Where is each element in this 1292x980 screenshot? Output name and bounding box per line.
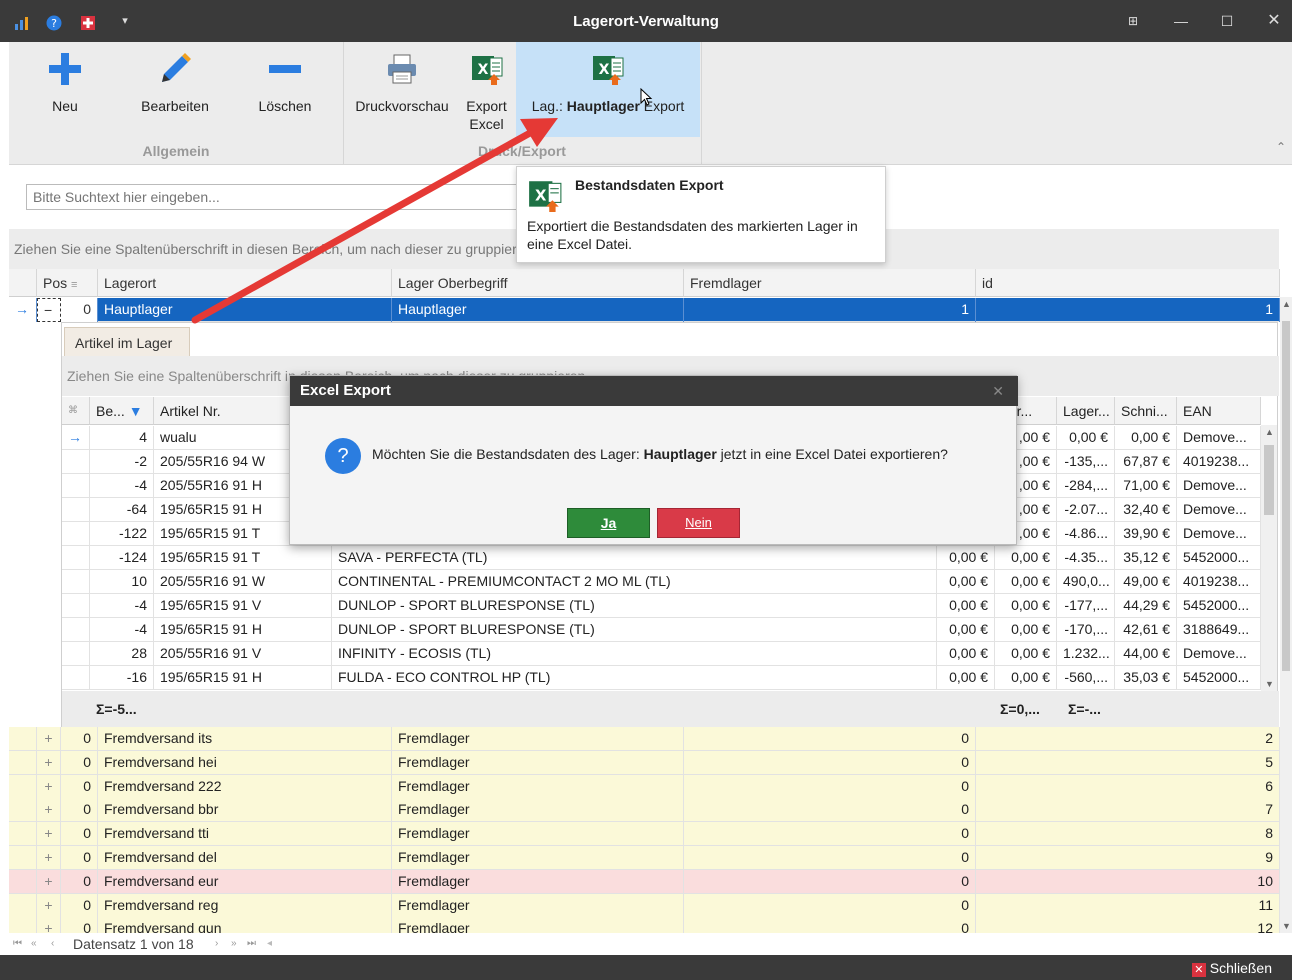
dialog-close-icon[interactable]: ✕ [992,376,1004,406]
yes-button[interactable]: Ja [567,508,650,538]
dialog-title: Excel Export [290,376,1018,406]
svg-text:X: X [535,187,547,204]
question-icon: ? [325,438,361,474]
excel-export-dialog: Excel Export ✕ ? Möchten Sie die Bestand… [289,375,1018,545]
tooltip-title: Bestandsdaten Export [575,177,724,193]
tooltip: X Bestandsdaten Export Exportiert die Be… [516,166,886,263]
excel-export-icon: X [529,181,562,212]
tooltip-body: Exportiert die Bestandsdaten des markier… [527,218,858,252]
no-button[interactable]: Nein [657,508,740,538]
dialog-message: Möchten Sie die Bestandsdaten des Lager:… [372,446,948,462]
